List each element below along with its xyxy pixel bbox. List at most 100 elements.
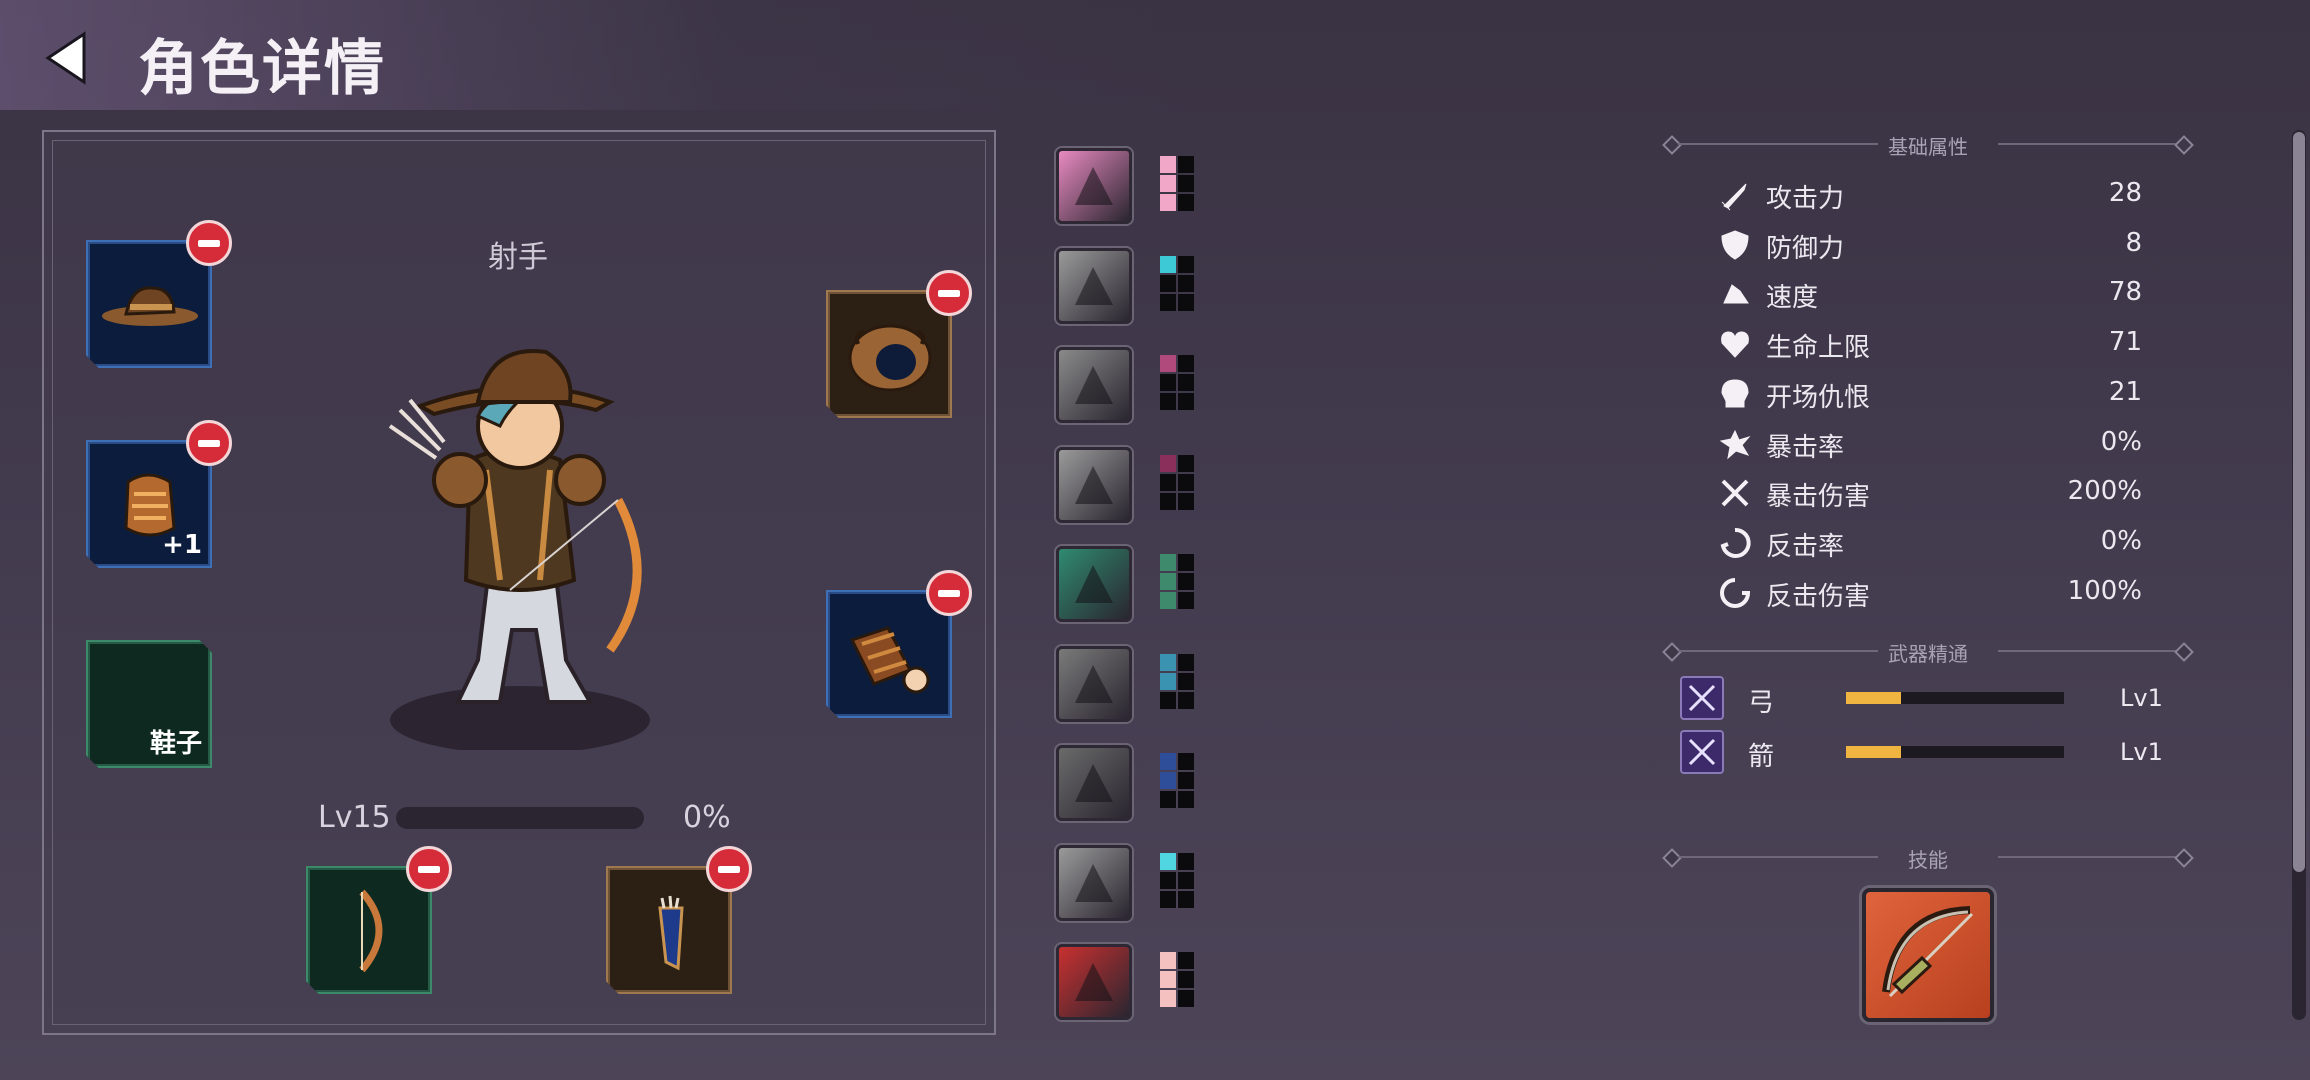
mastery-progress-fill (1846, 692, 1901, 704)
rank-pip (1160, 355, 1176, 372)
stat-value: 100% (2067, 575, 2142, 606)
character-figure (360, 330, 680, 754)
rank-pip (1160, 990, 1176, 1007)
active-skill-slot[interactable] (1862, 888, 1994, 1022)
skill-rank-pips (1160, 355, 1194, 410)
rank-pip (1178, 355, 1194, 372)
crossbow-skill-icon (1075, 565, 1113, 603)
equip-slot-shoes[interactable]: 鞋子 (86, 640, 212, 768)
section-divider-ornament (1662, 135, 1682, 155)
skill-rank-pips (1160, 952, 1194, 1007)
skill-tile[interactable] (1056, 745, 1132, 821)
bow-mastery-icon (1680, 676, 1724, 720)
rank-pip (1178, 293, 1194, 311)
rank-pip (1160, 592, 1176, 609)
stat-value: 0% (2100, 525, 2142, 556)
stat-value: 8 (2125, 227, 2142, 258)
class-name: 射手 (488, 240, 548, 275)
shadow-skill-icon (1075, 764, 1113, 802)
section-divider-ornament (1662, 642, 1682, 662)
section-divider-ornament (2174, 135, 2194, 155)
rank-pip (1160, 791, 1176, 808)
level-label: Lv15 (318, 800, 391, 835)
ghost-skill-icon (1075, 863, 1113, 902)
pouch-icon (848, 324, 932, 392)
mastery-title: 武器精通 (1888, 642, 1968, 666)
rank-pip (1160, 952, 1176, 969)
rank-pip (1160, 255, 1176, 273)
rank-pip (1178, 592, 1194, 609)
rank-pip (1178, 194, 1194, 211)
rank-pip (1160, 274, 1176, 292)
skill-tile[interactable] (1056, 944, 1132, 1020)
rank-pip (1160, 573, 1176, 590)
stat-name: 生命上限 (1766, 333, 1871, 364)
section-divider-ornament (2174, 848, 2194, 868)
skill-tile[interactable] (1056, 446, 1132, 523)
remove-hat-button[interactable] (186, 220, 232, 266)
rank-pip (1178, 852, 1194, 870)
boots-skill-icon (1075, 167, 1113, 205)
stat-name: 暴击伤害 (1766, 482, 1871, 513)
beast-skill-icon (1075, 664, 1113, 703)
rank-pip (1160, 852, 1176, 870)
rank-pip (1160, 971, 1176, 988)
rank-pip (1160, 890, 1176, 908)
stat-name: 反击率 (1766, 531, 1845, 562)
rank-pip (1160, 653, 1176, 671)
rank-pip (1160, 293, 1176, 311)
rank-pip (1160, 374, 1176, 391)
remove-quiver-button[interactable] (706, 846, 752, 892)
rank-pip (1178, 753, 1194, 770)
stat-name: 开场仇恨 (1766, 382, 1871, 413)
mastery-progress-bar (1846, 746, 2064, 758)
rank-pip (1178, 990, 1194, 1007)
rank-pip (1160, 175, 1176, 192)
section-divider (1998, 143, 2184, 145)
remove-pouch-button[interactable] (926, 270, 972, 316)
section-divider-ornament (1662, 848, 1682, 868)
remove-bow-button[interactable] (406, 846, 452, 892)
page-title: 角色详情 (138, 34, 386, 104)
rank-pip (1160, 772, 1176, 789)
back-button[interactable] (40, 28, 100, 88)
skill-tile[interactable] (1056, 347, 1132, 423)
mastery-level: Lv1 (2120, 684, 2163, 712)
crossed-swords-icon (1721, 479, 1749, 507)
rank-pip (1178, 156, 1194, 173)
skill-tile[interactable] (1056, 247, 1132, 324)
rank-pip (1160, 871, 1176, 889)
claw-skill-icon (1075, 366, 1113, 404)
shoes-slot-label: 鞋子 (149, 729, 202, 759)
remove-armor-button[interactable] (186, 420, 232, 466)
swords-skill-icon (1075, 963, 1113, 1001)
counter-damage-icon (1720, 577, 1751, 608)
arrow-mastery-icon (1680, 730, 1724, 774)
xp-bar (396, 807, 644, 829)
skill-tile[interactable] (1056, 148, 1132, 224)
shield-icon (1721, 230, 1749, 260)
rank-pip (1160, 393, 1176, 410)
slash-skill-icon (1075, 266, 1113, 305)
skill-rank-pips (1160, 454, 1194, 510)
rank-pip (1178, 952, 1194, 969)
mastery-name: 弓 (1748, 688, 1775, 718)
stat-name: 反击伤害 (1766, 581, 1871, 612)
mastery-name: 箭 (1748, 742, 1775, 772)
remove-bracer-button[interactable] (926, 570, 972, 616)
rank-pip (1178, 672, 1194, 690)
section-divider (1998, 856, 2184, 858)
stat-name: 速度 (1766, 283, 1819, 314)
rank-pip (1160, 194, 1176, 211)
section-divider (1678, 143, 1878, 145)
skill-tile[interactable] (1056, 645, 1132, 722)
stat-value: 28 (2108, 178, 2142, 208)
rank-pip (1160, 691, 1176, 709)
armor-upgrade-label: +1 (162, 530, 202, 560)
skill-tile[interactable] (1056, 546, 1132, 622)
rank-pip (1178, 274, 1194, 292)
skill-rank-pips (1160, 255, 1194, 311)
rank-pip (1178, 255, 1194, 273)
scrollbar-thumb[interactable] (2293, 132, 2305, 872)
skill-tile[interactable] (1056, 844, 1132, 921)
